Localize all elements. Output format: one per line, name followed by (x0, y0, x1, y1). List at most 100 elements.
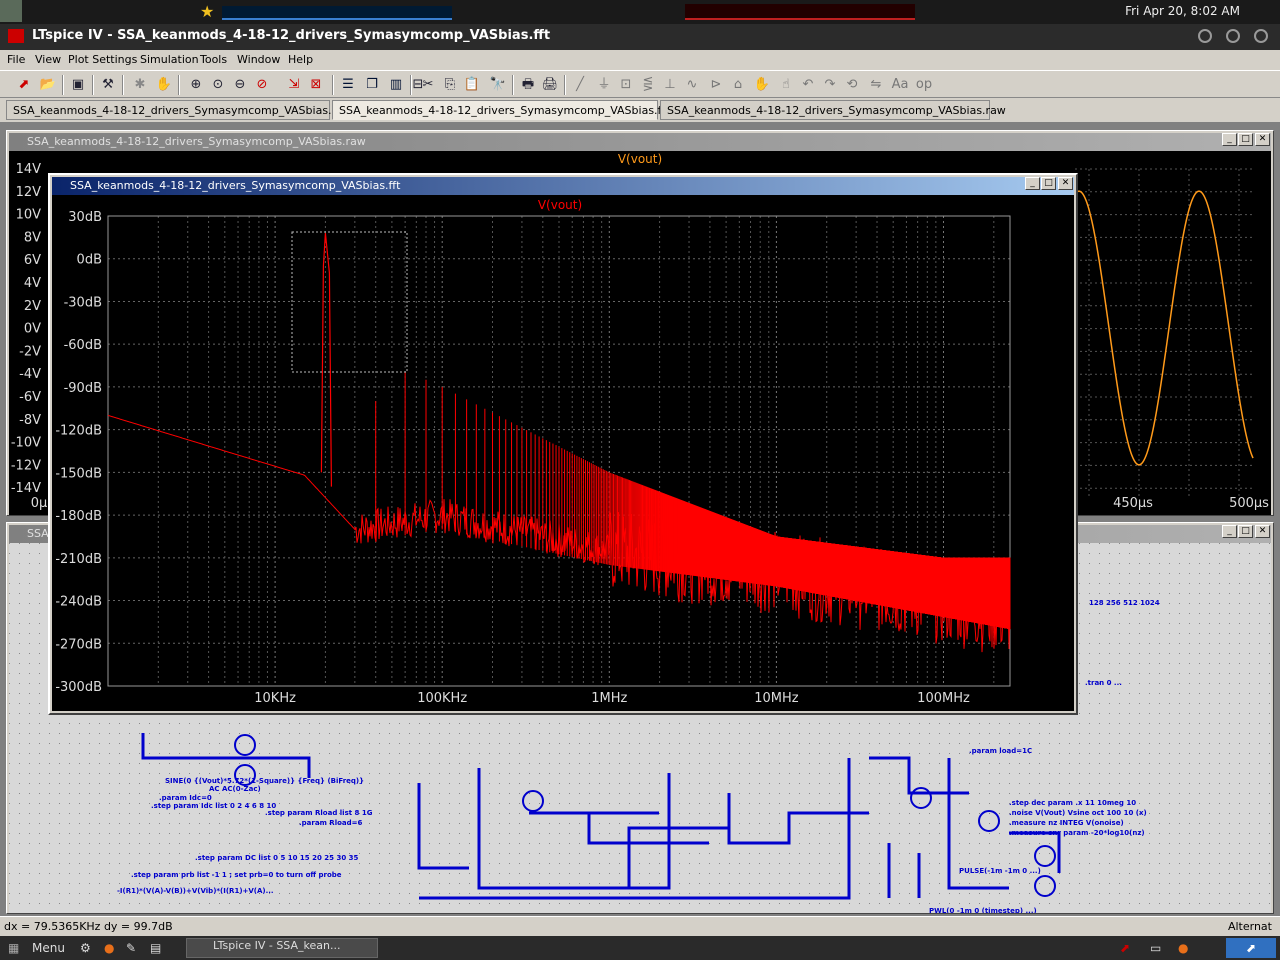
star-icon[interactable]: ★ (200, 2, 214, 21)
raw-y-tick: 10V (16, 208, 42, 223)
drag-icon[interactable]: ☝ (776, 75, 796, 95)
redo-icon[interactable]: ↷ (820, 75, 840, 95)
ground-icon[interactable]: ⏚ (594, 75, 614, 95)
raw-close-button[interactable]: ✕ (1255, 133, 1270, 146)
zoom-out-icon[interactable]: ⊖ (230, 75, 250, 95)
maximize-icon[interactable] (1226, 29, 1240, 43)
network-monitor (685, 4, 915, 20)
capacitor-icon[interactable]: ⊥ (660, 75, 680, 95)
tab-asc[interactable]: SSA_keanmods_4-18-12_drivers_Symasymcomp… (6, 100, 350, 120)
mirror-icon[interactable]: ⇋ (866, 75, 886, 95)
menu-tools[interactable]: Tools (200, 53, 227, 66)
text-icon[interactable]: Aa (890, 75, 910, 95)
open-icon[interactable]: 📂 (38, 75, 58, 95)
fft-y-tick: -30dB (64, 295, 102, 310)
menu-window[interactable]: Window (237, 53, 280, 66)
workspace-thumbnail[interactable] (0, 0, 22, 22)
zoom-in-icon[interactable]: ⊕ (186, 75, 206, 95)
undo-icon[interactable]: ↶ (798, 75, 818, 95)
fft-window-title[interactable]: SSA_keanmods_4-18-12_drivers_Symasymcomp… (52, 177, 1074, 195)
raw-y-tick: 0V (24, 322, 41, 337)
fft-x-tick: 10MHz (754, 691, 799, 706)
sch-maximize-button[interactable]: □ (1238, 525, 1253, 538)
raw-y-tick: 6V (24, 253, 41, 268)
diode-icon[interactable]: ⊳ (706, 75, 726, 95)
raw-x-tick: 0μ (31, 496, 48, 511)
app-title: LTspice IV - SSA_keanmods_4-18-12_driver… (32, 28, 551, 43)
raw-maximize-button[interactable]: □ (1238, 133, 1253, 146)
print-setup-icon[interactable]: 🖶 (518, 75, 538, 95)
wire-icon[interactable]: ╱ (570, 75, 590, 95)
tile-vertical-icon[interactable]: ▥ (386, 75, 406, 95)
fft-maximize-button[interactable]: □ (1041, 177, 1056, 190)
raw-y-tick: 14V (16, 162, 42, 177)
raw-y-tick: -14V (11, 481, 41, 496)
fft-x-tick: 100MHz (917, 691, 970, 706)
fft-minimize-button[interactable]: _ (1025, 177, 1040, 190)
raw-trace-label[interactable]: V(vout) (618, 152, 662, 166)
cpu-monitor (222, 6, 452, 20)
menu-view[interactable]: View (35, 53, 61, 66)
raw-y-tick: -10V (11, 436, 41, 451)
print-icon[interactable]: 🖨 (540, 75, 560, 95)
fft-x-tick: 1MHz (591, 691, 627, 706)
spice-directive-icon[interactable]: op (914, 75, 934, 95)
fft-trace-label[interactable]: V(vout) (538, 198, 582, 212)
inductor-icon[interactable]: ∿ (682, 75, 702, 95)
fft-y-tick: -210dB (55, 552, 102, 567)
move-icon[interactable]: ✋ (752, 75, 772, 95)
rotate-icon[interactable]: ⟲ (842, 75, 862, 95)
raw-minimize-button[interactable]: _ (1222, 133, 1237, 146)
sch-minimize-button[interactable]: _ (1222, 525, 1237, 538)
tab-raw[interactable]: SSA_keanmods_4-18-12_drivers_Symasymcomp… (660, 100, 1006, 120)
zoom-cancel-icon[interactable]: ⊘ (252, 75, 272, 95)
clock[interactable]: Fri Apr 20, 8:02 AM (1125, 4, 1240, 18)
menu-simulation[interactable]: Simulation (140, 53, 199, 66)
fft-close-button[interactable]: ✕ (1058, 177, 1073, 190)
raw-y-tick: -12V (11, 458, 41, 473)
menu-bar: File View Plot Settings Simulation Tools… (0, 50, 1280, 69)
cut-icon[interactable]: ✂ (418, 75, 438, 95)
halt-icon[interactable]: ✋ (154, 75, 174, 95)
fft-window[interactable]: SSA_keanmods_4-18-12_drivers_Symasymcomp… (48, 173, 1078, 715)
tab-bar: SSA_keanmods_4-18-12_drivers_Symasymcomp… (0, 98, 1280, 122)
fft-y-tick: 0dB (77, 253, 102, 268)
raw-y-tick: -8V (19, 413, 41, 428)
label-net-icon[interactable]: ⊡ (616, 75, 636, 95)
raw-window-title[interactable]: SSA_keanmods_4-18-12_drivers_Symasymcomp… (9, 133, 1271, 151)
tab-fft[interactable]: SSA_keanmods_4-18-12_drivers_Symasymcomp… (332, 100, 669, 120)
menu-help[interactable]: Help (288, 53, 313, 66)
component-icon[interactable]: ⌂ (728, 75, 748, 95)
fft-plot-svg[interactable]: V(vout) 30dB 0dB -30dB -60dB -90dB -120dB -150… (52, 195, 1074, 711)
tile-horizontal-icon[interactable]: ☰ (338, 75, 358, 95)
raw-y-tick: 2V (24, 299, 41, 314)
new-schematic-icon[interactable]: ⬈ (14, 75, 34, 95)
copy-icon[interactable]: ⎘ (440, 75, 460, 95)
pan-icon[interactable]: ⊙ (208, 75, 228, 95)
find-icon[interactable]: 🔭 (488, 75, 508, 95)
fft-y-tick: -300dB (55, 680, 102, 695)
run-icon[interactable]: ✱ (130, 75, 150, 95)
paste-icon[interactable]: 📋 (462, 75, 482, 95)
control-panel-icon[interactable]: ⚒ (98, 75, 118, 95)
raw-x-tick: 500μs (1229, 496, 1269, 511)
fft-y-tick: -60dB (64, 338, 102, 353)
fft-plot-area[interactable]: V(vout) 30dB 0dB -30dB -60dB -90dB -120dB -150… (52, 195, 1074, 711)
fft-y-tick: -240dB (55, 595, 102, 610)
app-title-bar: LTspice IV - SSA_keanmods_4-18-12_driver… (0, 24, 1280, 50)
delete-trace-icon[interactable]: ⊠ (306, 75, 326, 95)
close-icon[interactable] (1254, 29, 1268, 43)
sch-close-button[interactable]: ✕ (1255, 525, 1270, 538)
autorange-icon[interactable]: ⇲ (284, 75, 304, 95)
save-icon[interactable]: ▣ (68, 75, 88, 95)
resistor-icon[interactable]: ⋚ (638, 75, 658, 95)
raw-y-tick: -2V (19, 344, 41, 359)
raw-trace[interactable] (1074, 190, 1254, 466)
menu-file[interactable]: File (7, 53, 25, 66)
menu-plot-settings[interactable]: Plot Settings (68, 53, 137, 66)
fft-y-tick: -180dB (55, 509, 102, 524)
cascade-icon[interactable]: ❐ (362, 75, 382, 95)
fft-y-tick: 30dB (68, 210, 102, 225)
minimize-icon[interactable] (1198, 29, 1212, 43)
raw-y-tick: 4V (24, 276, 41, 291)
